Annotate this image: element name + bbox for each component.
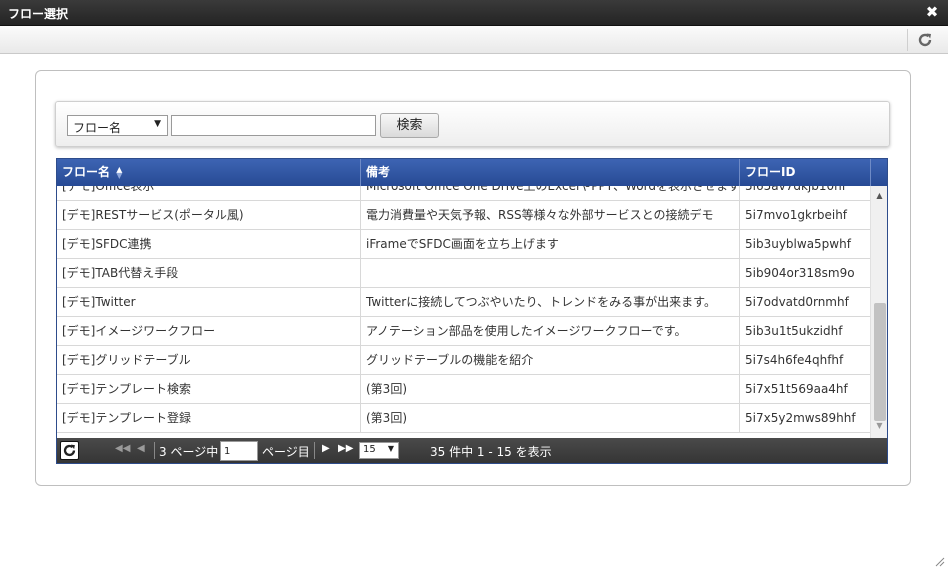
grid-header: フロー名 ▲ ▼ 備考 フローID <box>57 159 887 186</box>
table-row[interactable]: [デモ]Twitter Twitterに接続してつぶやいたり、トレンドをみる事が… <box>57 288 870 317</box>
record-summary: 35 件中 1 - 15 を表示 <box>430 445 552 459</box>
column-header-flow-name[interactable]: フロー名 ▲ ▼ <box>57 159 361 186</box>
first-page-icon[interactable]: ◀◀ <box>115 443 130 454</box>
cell-flow-id: 5ib904or318sm9o <box>745 266 855 280</box>
cell-note: 電力消費量や天気予報、RSS等様々な外部サービスとの接続デモ <box>361 201 740 230</box>
cell-note: アノテーション部品を使用したイメージワークフローです。 <box>361 317 740 346</box>
cell-flow-id: 5ib3uyblwa5pwhf <box>745 237 851 251</box>
page-number-input[interactable]: 1 <box>220 441 258 461</box>
cell-note: Microsoft Office One Drive上のExcelやPPT、Wo… <box>361 186 740 201</box>
cell-note <box>361 259 740 288</box>
pager-divider <box>314 442 315 459</box>
close-icon[interactable]: ✖ <box>925 4 939 20</box>
table-row[interactable]: [デモ]テンプレート検索 (第3回) 5i7x51t569aa4hf <box>57 375 870 404</box>
cell-flow-name: [デモ]RESTサービス(ポータル風) <box>57 201 361 230</box>
cell-flow-name: [デモ]TAB代替え手段 <box>57 259 361 288</box>
column-header-label: フロー名 <box>62 165 111 179</box>
table-row[interactable]: [デモ]テンプレート登録 (第3回) 5i7x5y2mws89hhf <box>57 404 870 433</box>
resize-grip-icon[interactable] <box>934 556 945 567</box>
flow-grid: フロー名 ▲ ▼ 備考 フローID [デモ]Office表示 Microsoft … <box>56 158 888 464</box>
column-header-note[interactable]: 備考 <box>361 159 740 186</box>
cell-flow-name: [デモ]イメージワークフロー <box>57 317 361 346</box>
toolbar-divider <box>907 29 908 51</box>
pager-divider <box>154 442 155 459</box>
dropdown-arrow-icon: ▼ <box>154 119 161 129</box>
cell-flow-id: 5i7x51t569aa4hf <box>745 382 848 396</box>
page-suffix-text: ページ目 <box>262 445 310 459</box>
cell-note: Twitterに接続してつぶやいたり、トレンドをみる事が出来ます。 <box>361 288 740 317</box>
column-header-flow-id[interactable]: フローID <box>740 159 871 186</box>
grid-scrollbar[interactable]: ▲ ▼ <box>870 186 887 438</box>
search-button[interactable]: 検索 <box>380 113 439 138</box>
pager-refresh-icon[interactable] <box>60 441 79 460</box>
page-size-select[interactable]: 15 ▼ <box>359 442 399 459</box>
cell-flow-id: 5ib3u1t5ukzidhf <box>745 324 843 338</box>
dialog-title: フロー選択 <box>8 7 69 21</box>
grid-body: [デモ]Office表示 Microsoft Office One Drive上… <box>57 186 870 438</box>
cell-flow-name: [デモ]グリッドテーブル <box>57 346 361 375</box>
grid-pager: ◀◀ ◀ 3 ページ中 1 ページ目 ▶ ▶▶ 15 ▼ 35 件中 1 - 1… <box>57 438 887 463</box>
cell-flow-id: 5i7odvatd0rnmhf <box>745 295 849 309</box>
reload-icon[interactable] <box>916 31 934 49</box>
cell-flow-name: [デモ]テンプレート登録 <box>57 404 361 433</box>
scroll-up-icon[interactable]: ▲ <box>871 191 887 205</box>
page-count-text: 3 ページ中 <box>159 445 219 459</box>
column-header-label: フローID <box>745 165 796 179</box>
cell-flow-id: 5i7mvo1gkrbeihf <box>745 208 848 222</box>
cell-note: (第3回) <box>361 375 740 404</box>
cell-flow-name: [デモ]テンプレート検索 <box>57 375 361 404</box>
sort-icon[interactable]: ▲ ▼ <box>116 165 122 179</box>
cell-note: iFrameでSFDC画面を立ち上げます <box>361 230 740 259</box>
cell-note: (第3回) <box>361 404 740 433</box>
cell-flow-name: [デモ]SFDC連携 <box>57 230 361 259</box>
table-row[interactable]: [デモ]TAB代替え手段 5ib904or318sm9o <box>57 259 870 288</box>
cell-flow-id: 5i65av7dkjb10hf <box>745 186 846 193</box>
table-row[interactable]: [デモ]SFDC連携 iFrameでSFDC画面を立ち上げます 5ib3uybl… <box>57 230 870 259</box>
page-size-value: 15 <box>363 444 376 455</box>
prev-page-icon[interactable]: ◀ <box>137 443 145 454</box>
search-field-select[interactable]: フロー名 ▼ <box>67 115 168 136</box>
cell-note: グリッドテーブルの機能を紹介 <box>361 346 740 375</box>
cell-flow-name: [デモ]Office表示 <box>57 186 361 201</box>
scroll-thumb[interactable] <box>874 303 886 421</box>
table-row[interactable]: [デモ]イメージワークフロー アノテーション部品を使用したイメージワークフローで… <box>57 317 870 346</box>
search-bar: フロー名 ▼ 検索 <box>55 101 890 147</box>
scroll-down-icon[interactable]: ▼ <box>871 421 887 435</box>
cell-flow-name: [デモ]Twitter <box>57 288 361 317</box>
next-page-icon[interactable]: ▶ <box>322 443 330 454</box>
search-field-selected: フロー名 <box>73 121 122 135</box>
column-header-label: 備考 <box>366 165 391 179</box>
table-row[interactable]: [デモ]Office表示 Microsoft Office One Drive上… <box>57 186 870 201</box>
dialog-titlebar: フロー選択 ✖ <box>0 0 948 26</box>
cell-flow-id: 5i7s4h6fe4qhfhf <box>745 353 844 367</box>
table-row[interactable]: [デモ]RESTサービス(ポータル風) 電力消費量や天気予報、RSS等様々な外部… <box>57 201 870 230</box>
cell-flow-id: 5i7x5y2mws89hhf <box>745 411 856 425</box>
table-row[interactable]: [デモ]グリッドテーブル グリッドテーブルの機能を紹介 5i7s4h6fe4qh… <box>57 346 870 375</box>
search-input[interactable] <box>171 115 376 136</box>
dialog-toolbar <box>0 26 948 54</box>
dropdown-arrow-icon: ▼ <box>387 444 394 453</box>
last-page-icon[interactable]: ▶▶ <box>338 443 353 454</box>
